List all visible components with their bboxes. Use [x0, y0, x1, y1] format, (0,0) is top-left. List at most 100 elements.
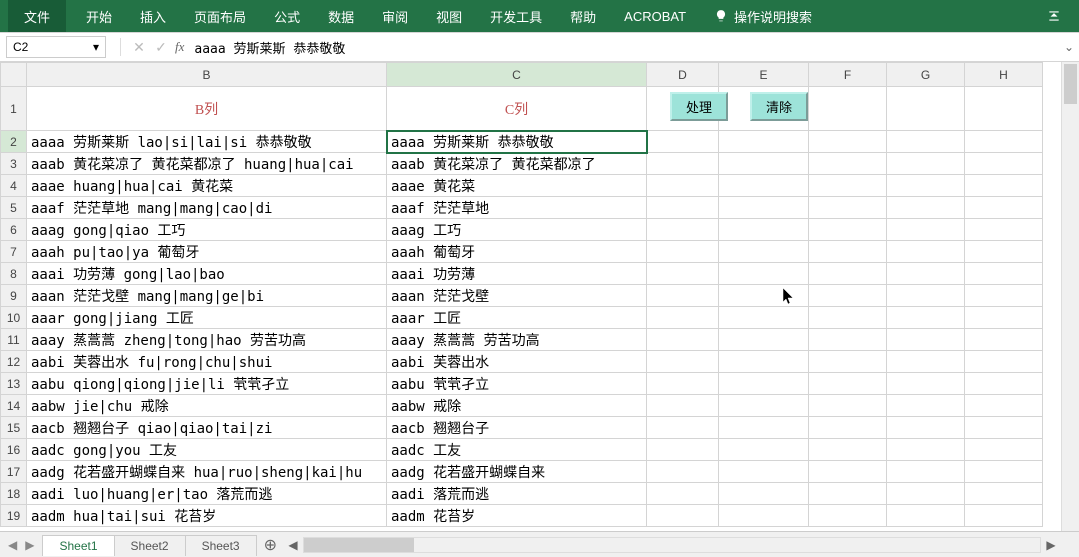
cell-B18[interactable]: aadi luo|huang|er|tao 落荒而逃	[27, 483, 387, 505]
row-header-9[interactable]: 9	[1, 285, 27, 307]
chevron-down-icon[interactable]: ▾	[93, 40, 99, 54]
row-header-19[interactable]: 19	[1, 505, 27, 527]
nav-prev-icon[interactable]: ◀	[8, 538, 17, 552]
cell-B2[interactable]: aaaa 劳斯莱斯 lao|si|lai|si 恭恭敬敬	[27, 131, 387, 153]
cell-E2[interactable]	[719, 131, 809, 153]
cell-H6[interactable]	[965, 219, 1043, 241]
cell-H11[interactable]	[965, 329, 1043, 351]
process-button[interactable]: 处理	[670, 92, 728, 121]
name-box[interactable]: C2 ▾	[6, 36, 106, 58]
cell-G5[interactable]	[887, 197, 965, 219]
cell-H7[interactable]	[965, 241, 1043, 263]
cell-C10[interactable]: aaar 工匠	[387, 307, 647, 329]
cell-F18[interactable]	[809, 483, 887, 505]
select-all-corner[interactable]	[1, 63, 27, 87]
cell-B6[interactable]: aaag gong|qiao 工巧	[27, 219, 387, 241]
cell-F1[interactable]	[809, 87, 887, 131]
cell-E14[interactable]	[719, 395, 809, 417]
cell-F4[interactable]	[809, 175, 887, 197]
row-header-12[interactable]: 12	[1, 351, 27, 373]
cell-B10[interactable]: aaar gong|jiang 工匠	[27, 307, 387, 329]
cell-D9[interactable]	[647, 285, 719, 307]
cell-B13[interactable]: aabu qiong|qiong|jie|li 茕茕孑立	[27, 373, 387, 395]
cell-C5[interactable]: aaaf 茫茫草地	[387, 197, 647, 219]
col-header-B[interactable]: B	[27, 63, 387, 87]
cell-H5[interactable]	[965, 197, 1043, 219]
cell-E3[interactable]	[719, 153, 809, 175]
cell-E11[interactable]	[719, 329, 809, 351]
cell-H19[interactable]	[965, 505, 1043, 527]
cell-B4[interactable]: aaae huang|hua|cai 黄花菜	[27, 175, 387, 197]
cell-D12[interactable]	[647, 351, 719, 373]
row-header-15[interactable]: 15	[1, 417, 27, 439]
row-header-3[interactable]: 3	[1, 153, 27, 175]
cell-B9[interactable]: aaan 茫茫戈壁 mang|mang|ge|bi	[27, 285, 387, 307]
cell-G13[interactable]	[887, 373, 965, 395]
cell-F16[interactable]	[809, 439, 887, 461]
cell-D18[interactable]	[647, 483, 719, 505]
cell-D8[interactable]	[647, 263, 719, 285]
cell-G10[interactable]	[887, 307, 965, 329]
sheet-tab-sheet1[interactable]: Sheet1	[42, 535, 114, 556]
cell-C6[interactable]: aaag 工巧	[387, 219, 647, 241]
cell-C11[interactable]: aaay 蒸蒿蒿 劳苦功高	[387, 329, 647, 351]
cell-G16[interactable]	[887, 439, 965, 461]
cell-F6[interactable]	[809, 219, 887, 241]
cell-C19[interactable]: aadm 花苔岁	[387, 505, 647, 527]
cell-E18[interactable]	[719, 483, 809, 505]
cell-F7[interactable]	[809, 241, 887, 263]
ribbon-tab-insert[interactable]: 插入	[126, 0, 180, 32]
cell-D19[interactable]	[647, 505, 719, 527]
ribbon-tab-developer[interactable]: 开发工具	[476, 0, 556, 32]
cell-F11[interactable]	[809, 329, 887, 351]
cell-H3[interactable]	[965, 153, 1043, 175]
ribbon-tab-layout[interactable]: 页面布局	[180, 0, 260, 32]
cell-F5[interactable]	[809, 197, 887, 219]
col-header-F[interactable]: F	[809, 63, 887, 87]
row-header-10[interactable]: 10	[1, 307, 27, 329]
cell-H8[interactable]	[965, 263, 1043, 285]
row-header-5[interactable]: 5	[1, 197, 27, 219]
cell-D16[interactable]	[647, 439, 719, 461]
cell-F3[interactable]	[809, 153, 887, 175]
cell-B7[interactable]: aaah pu|tao|ya 葡萄牙	[27, 241, 387, 263]
cell-G4[interactable]	[887, 175, 965, 197]
cell-F8[interactable]	[809, 263, 887, 285]
cell-C2[interactable]: aaaa 劳斯莱斯 恭恭敬敬	[387, 131, 647, 153]
ribbon-tab-help[interactable]: 帮助	[556, 0, 610, 32]
cell-D3[interactable]	[647, 153, 719, 175]
cell-C1[interactable]: C列	[387, 87, 647, 131]
cell-F13[interactable]	[809, 373, 887, 395]
cell-E5[interactable]	[719, 197, 809, 219]
ribbon-tab-review[interactable]: 审阅	[368, 0, 422, 32]
cell-C17[interactable]: aadg 花若盛开蝴蝶自来	[387, 461, 647, 483]
row-header-2[interactable]: 2	[1, 131, 27, 153]
ribbon-tab-acrobat[interactable]: ACROBAT	[610, 0, 700, 32]
cell-H9[interactable]	[965, 285, 1043, 307]
cell-E15[interactable]	[719, 417, 809, 439]
row-header-14[interactable]: 14	[1, 395, 27, 417]
col-header-G[interactable]: G	[887, 63, 965, 87]
cell-G14[interactable]	[887, 395, 965, 417]
nav-next-icon[interactable]: ▶	[25, 538, 34, 552]
cell-B11[interactable]: aaay 蒸蒿蒿 zheng|tong|hao 劳苦功高	[27, 329, 387, 351]
cell-F9[interactable]	[809, 285, 887, 307]
formula-bar[interactable]: aaaa 劳斯莱斯 恭恭敬敬	[184, 38, 1059, 57]
cell-G6[interactable]	[887, 219, 965, 241]
cell-H12[interactable]	[965, 351, 1043, 373]
cell-D11[interactable]	[647, 329, 719, 351]
cell-B17[interactable]: aadg 花若盛开蝴蝶自来 hua|ruo|sheng|kai|hu	[27, 461, 387, 483]
cell-B16[interactable]: aadc gong|you 工友	[27, 439, 387, 461]
col-header-D[interactable]: D	[647, 63, 719, 87]
spreadsheet-grid[interactable]: BCDEFGH1B列C列2aaaa 劳斯莱斯 lao|si|lai|si 恭恭敬…	[0, 62, 1043, 527]
cell-E9[interactable]	[719, 285, 809, 307]
cell-H2[interactable]	[965, 131, 1043, 153]
cell-G12[interactable]	[887, 351, 965, 373]
cell-H18[interactable]	[965, 483, 1043, 505]
hscroll-right-icon[interactable]: ▶	[1043, 538, 1059, 552]
col-header-H[interactable]: H	[965, 63, 1043, 87]
horizontal-scrollbar[interactable]: ◀ ▶	[285, 537, 1079, 553]
cell-H14[interactable]	[965, 395, 1043, 417]
cell-G2[interactable]	[887, 131, 965, 153]
cell-H16[interactable]	[965, 439, 1043, 461]
